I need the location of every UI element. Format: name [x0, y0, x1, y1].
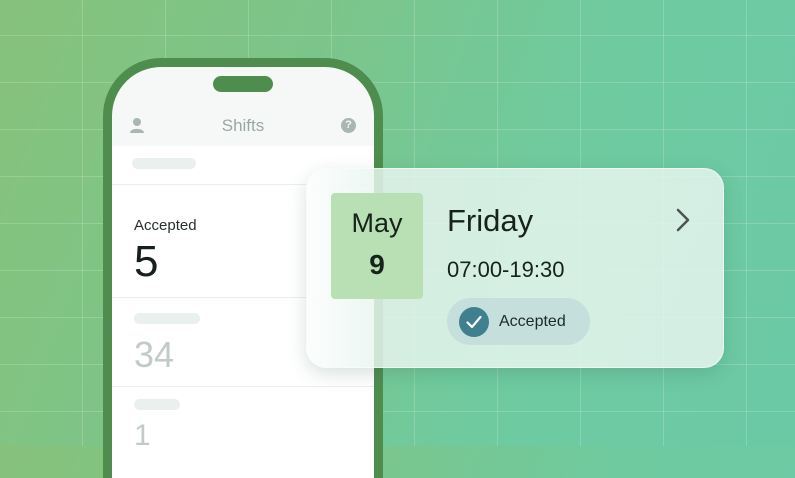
help-circle-icon[interactable]: ?	[341, 118, 356, 133]
accepted-label: Accepted	[134, 217, 197, 234]
skeleton-line	[132, 158, 196, 169]
shift-time: 07:00-19:30	[447, 257, 565, 282]
phone-notch	[213, 76, 273, 92]
shift-weekday: Friday	[447, 203, 534, 238]
status-label: Accepted	[499, 313, 566, 330]
status-badge: Accepted	[447, 298, 590, 345]
skeleton-line	[134, 399, 180, 410]
date-month: May	[351, 208, 403, 238]
item-count: 1	[134, 419, 151, 452]
accepted-count: 5	[134, 237, 159, 286]
shift-card[interactable]: May 9 Friday 07:00-19:30 Accepted	[306, 168, 724, 368]
chevron-right-icon[interactable]	[675, 207, 691, 233]
skeleton-line	[134, 313, 200, 324]
app-header: Shifts ?	[112, 107, 374, 143]
date-box: May 9	[331, 193, 423, 299]
item-count: 34	[134, 334, 175, 375]
check-icon	[459, 307, 489, 337]
list-item[interactable]: 1	[112, 387, 374, 475]
page-title: Shifts	[221, 116, 265, 135]
date-day: 9	[369, 249, 385, 280]
